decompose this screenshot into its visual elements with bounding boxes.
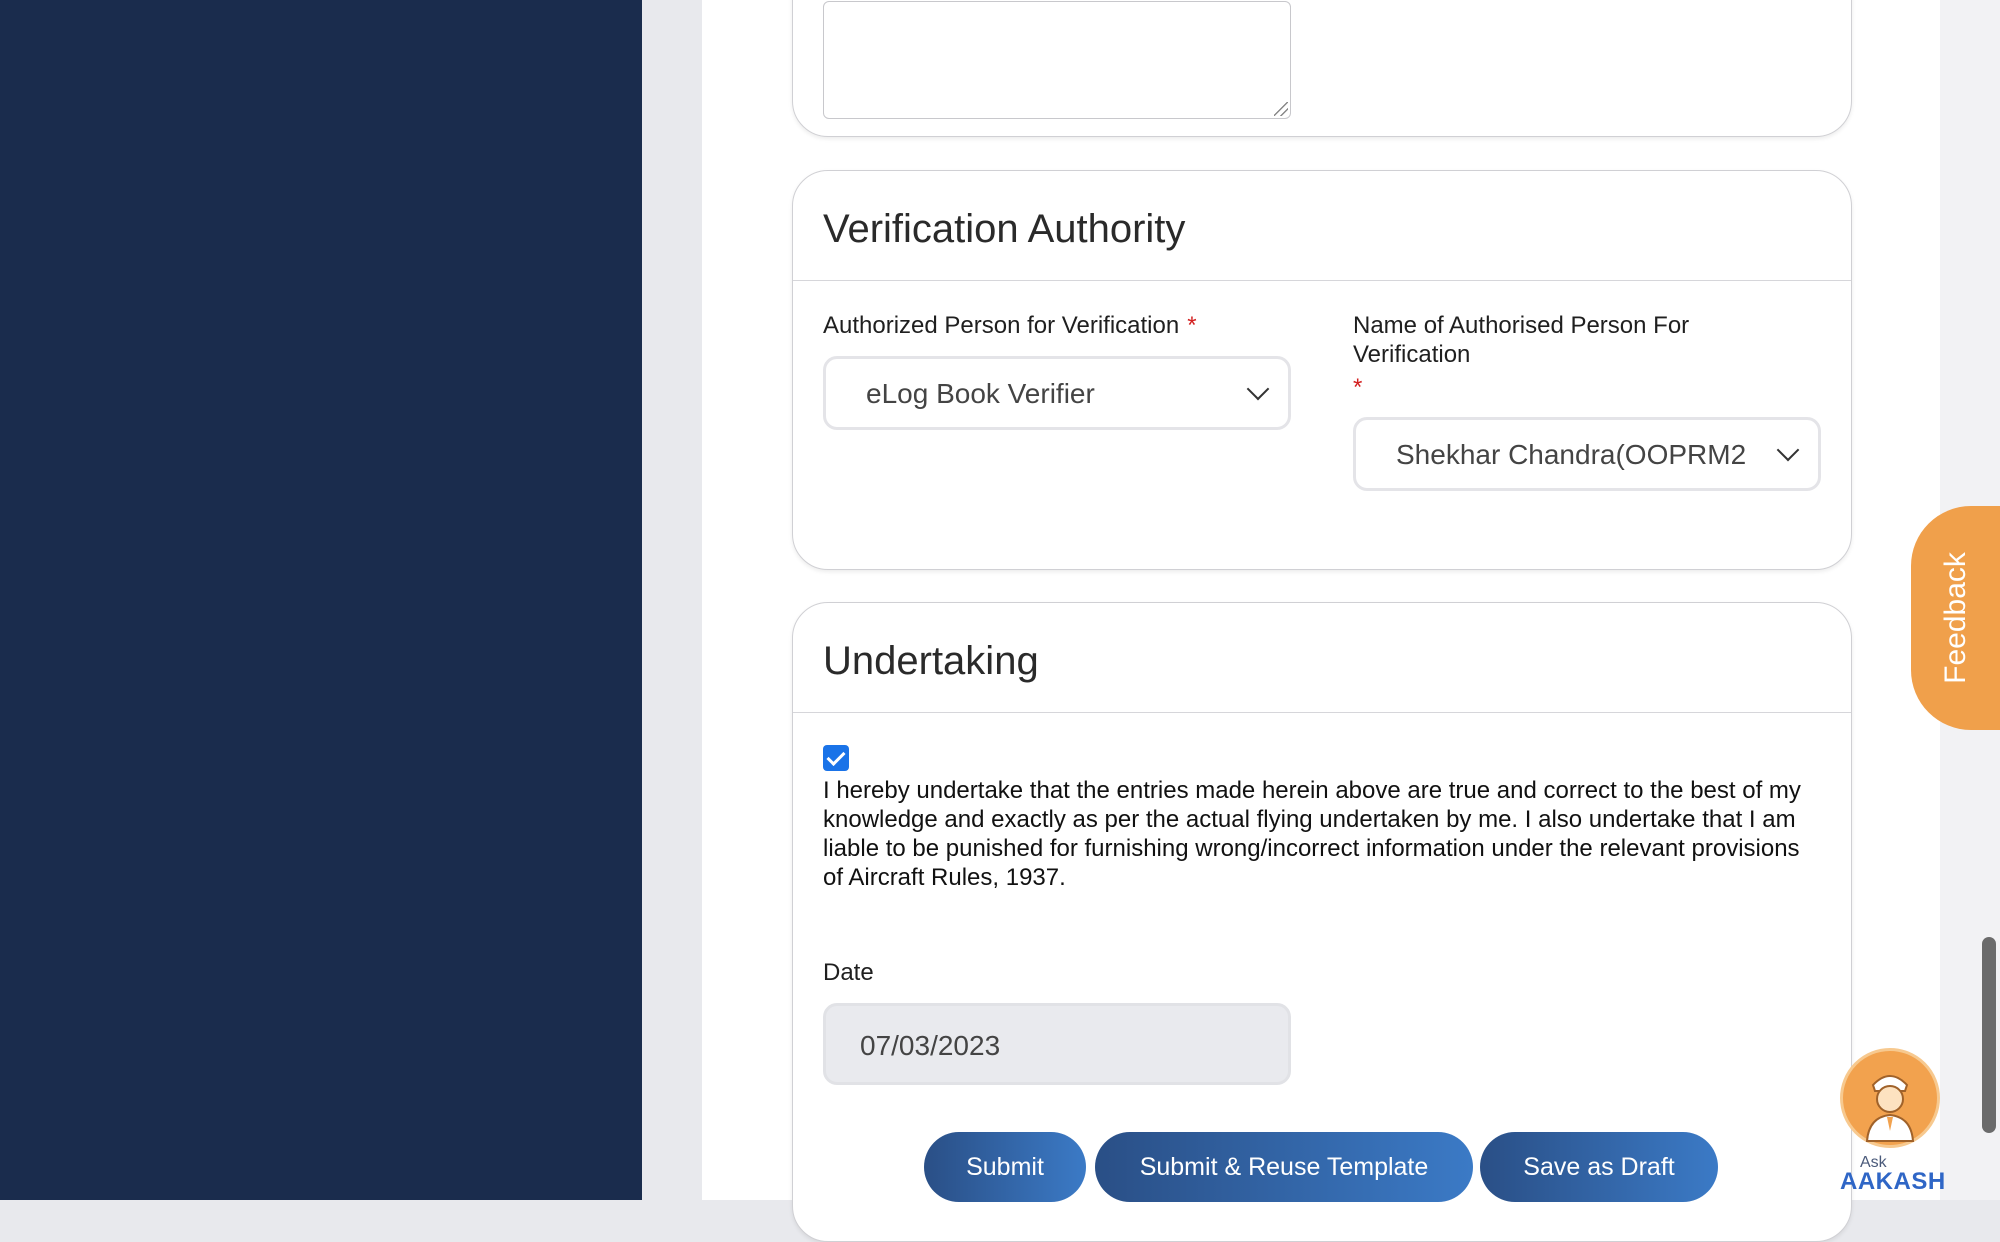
- date-field[interactable]: 07/03/2023: [823, 1003, 1291, 1085]
- resize-handle-icon[interactable]: [1274, 102, 1288, 116]
- authorised-person-name-label-line1: Name of Authorised Person For: [1353, 312, 1690, 339]
- authorised-person-name-select[interactable]: Shekhar Chandra(OOPRM2: [1353, 417, 1821, 491]
- form-content: Verification Authority Authorized Person…: [702, 0, 1940, 1242]
- page-gutter: [642, 0, 702, 1200]
- feedback-label: Feedback: [1938, 552, 1972, 684]
- pilot-figure-icon: [1865, 1075, 1915, 1142]
- sidebar: [0, 0, 642, 1200]
- chevron-down-icon: [1776, 438, 1800, 462]
- date-label: Date: [823, 959, 874, 986]
- authorized-person-select[interactable]: eLog Book Verifier: [823, 356, 1291, 430]
- required-asterisk: *: [1353, 374, 1363, 401]
- undertaking-checkbox[interactable]: [823, 745, 849, 771]
- scrollbar-thumb[interactable]: [1982, 937, 1996, 1133]
- feedback-tab[interactable]: Feedback: [1911, 506, 2000, 730]
- authorised-person-name-label-line2: Verification: [1353, 341, 1471, 368]
- authorized-person-label-text: Authorized Person for Verification: [823, 312, 1180, 339]
- ask-aakash-assistant[interactable]: Ask AAKASH: [1838, 1048, 1945, 1198]
- save-as-draft-button[interactable]: Save as Draft: [1480, 1132, 1718, 1202]
- remarks-card: [792, 0, 1852, 137]
- aakash-label: AAKASH: [1840, 1168, 1946, 1195]
- authorised-person-name-value: Shekhar Chandra(OOPRM2: [1396, 439, 1747, 470]
- authorised-person-name-label: Name of Authorised Person For Verificati…: [1353, 311, 1689, 402]
- verification-authority-card: Verification Authority Authorized Person…: [792, 170, 1852, 570]
- remarks-textarea[interactable]: [823, 1, 1291, 119]
- undertaking-text: I hereby undertake that the entries made…: [823, 777, 1801, 891]
- section-title-verification: Verification Authority: [793, 171, 1851, 281]
- section-title-undertaking: Undertaking: [793, 603, 1851, 713]
- authorized-person-label: Authorized Person for Verification *: [823, 311, 1197, 340]
- authorized-person-value: eLog Book Verifier: [866, 378, 1095, 409]
- submit-button[interactable]: Submit: [924, 1132, 1086, 1202]
- chevron-down-icon: [1246, 377, 1270, 401]
- required-asterisk: *: [1187, 312, 1197, 339]
- submit-reuse-template-button[interactable]: Submit & Reuse Template: [1095, 1132, 1473, 1202]
- pilot-avatar-icon: [1840, 1048, 1940, 1148]
